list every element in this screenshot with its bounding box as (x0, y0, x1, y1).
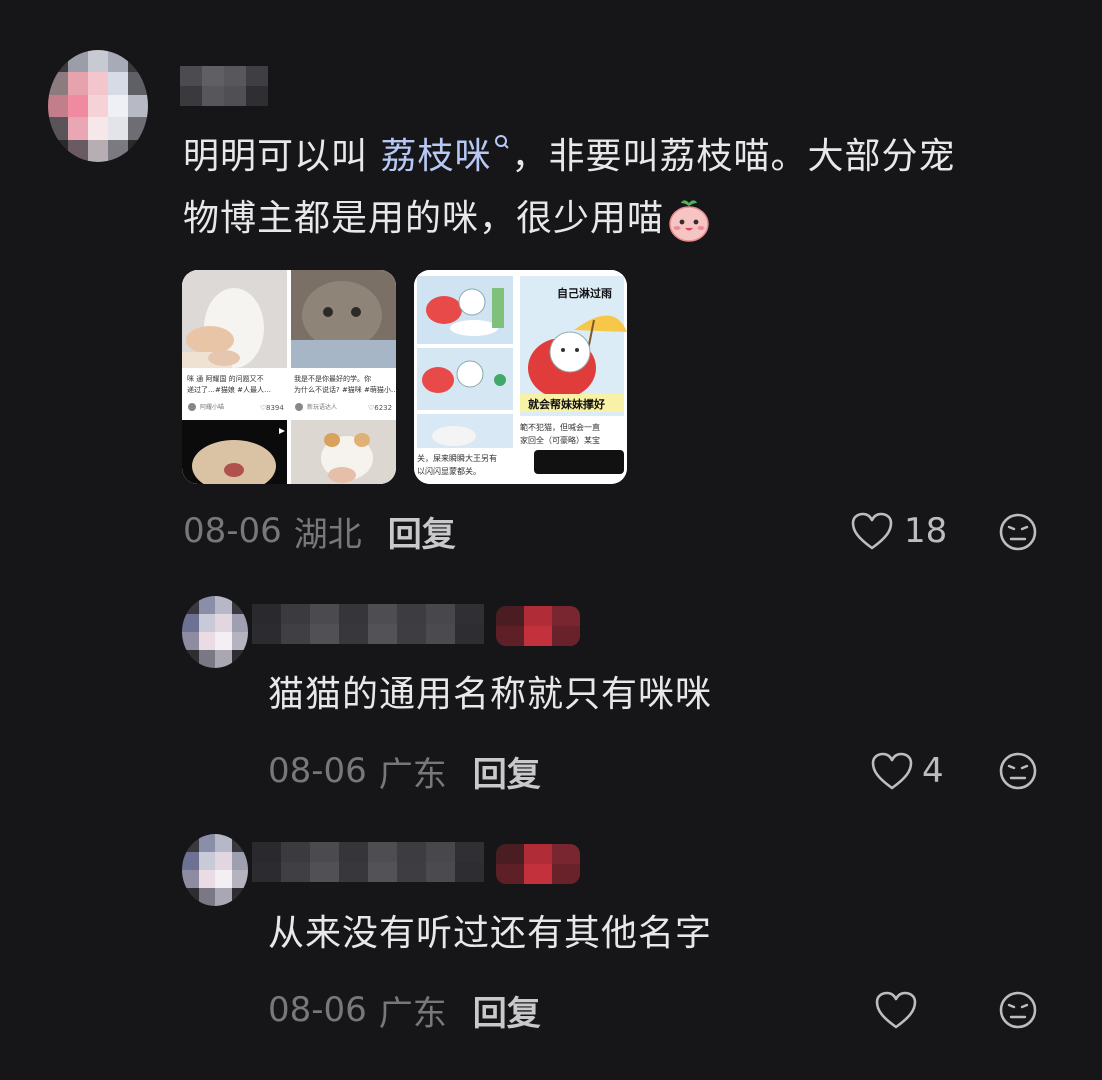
svg-text:为什么不说话? #猫咪 #萌猫小…: 为什么不说话? #猫咪 #萌猫小… (294, 385, 396, 394)
dislike-button[interactable] (998, 990, 1038, 1034)
heart-icon (871, 752, 913, 790)
avatar[interactable] (182, 834, 248, 906)
dislike-face-icon (999, 991, 1037, 1029)
svg-text:新玩语达人: 新玩语达人 (307, 403, 337, 411)
dislike-face-icon (999, 513, 1037, 551)
svg-text:咪 通 阿耀国 的问题又不: 咪 通 阿耀国 的问题又不 (187, 374, 264, 383)
search-icon (495, 135, 510, 149)
like-button[interactable]: 4 (870, 746, 944, 796)
username[interactable] (180, 66, 268, 106)
like-count: 4 (922, 751, 944, 791)
reply-button[interactable]: 回复 (473, 747, 541, 796)
dislike-button[interactable] (998, 512, 1038, 556)
avatar[interactable] (182, 596, 248, 668)
svg-text:範不犯猫，但喊会一直: 範不犯猫，但喊会一直 (520, 422, 600, 432)
lychee-cat-comic: 关，屎来瞬瞬大王另有 以闪闪显蒙都关。 自己淋过雨 就会帮妹妹撑好 範不犯猫，但… (414, 270, 627, 484)
svg-text:家回全（可豪略）某宝: 家回全（可豪略）某宝 (520, 435, 600, 445)
comment-date: 08-06 (268, 751, 367, 791)
username[interactable] (252, 842, 484, 882)
like-count: 18 (904, 511, 948, 551)
svg-text:自己淋过雨: 自己淋过雨 (557, 286, 612, 300)
comment-meta: 08-06 广东 回复 (268, 985, 541, 1035)
comment-region: 湖北 (293, 514, 362, 555)
comment-text-line-2: 物博主都是用的咪，很少用喵 (183, 188, 1083, 250)
attached-image-2[interactable]: 关，屎来瞬瞬大王另有 以闪闪显蒙都关。 自己淋过雨 就会帮妹妹撑好 範不犯猫，但… (414, 270, 627, 484)
comment-text: 从来没有听过还有其他名字 (268, 913, 713, 954)
comment-date: 08-06 (183, 511, 282, 551)
comment-text: 猫猫的通用名称就只有咪咪 (268, 674, 713, 715)
dislike-button[interactable] (998, 751, 1038, 795)
svg-text:以闪闪显蒙都关。: 以闪闪显蒙都关。 (417, 466, 481, 476)
card1-likes: 8394 (266, 404, 284, 412)
user-badge (496, 606, 580, 646)
lychee-emoji-icon (669, 200, 709, 242)
svg-text:关，屎来瞬瞬大王另有: 关，屎来瞬瞬大王另有 (417, 453, 497, 463)
svg-text:就会帮妹妹撑好: 就会帮妹妹撑好 (528, 397, 605, 411)
reply-button[interactable]: 回复 (388, 507, 456, 556)
svg-text:阿耀小喵: 阿耀小喵 (200, 403, 224, 411)
cat-posts-collage: 咪 通 阿耀国 的问题又不 递过了…#猫娘 #人最人… 阿耀小喵 ♡ 8394 … (182, 270, 396, 484)
keyword-link[interactable]: 荔枝咪 (380, 135, 511, 177)
like-button[interactable] (874, 990, 918, 1034)
comment-text: 明明可以叫 荔枝咪 ，非要叫荔枝喵。大部分宠 物博主都是用的咪，很少用喵 (183, 126, 1083, 250)
heart-icon (851, 512, 893, 550)
comment-region: 广东 (378, 754, 447, 795)
like-button[interactable]: 18 (850, 506, 947, 556)
svg-text:我是不是你最好的学。你: 我是不是你最好的学。你 (294, 374, 371, 383)
avatar[interactable] (48, 50, 148, 162)
reply-button[interactable]: 回复 (473, 986, 541, 1035)
user-badge (496, 844, 580, 884)
comment-region: 广东 (378, 993, 447, 1034)
username[interactable] (252, 604, 484, 644)
comment-text-line-1: 明明可以叫 荔枝咪 ，非要叫荔枝喵。大部分宠 (183, 135, 956, 177)
dislike-face-icon (999, 752, 1037, 790)
svg-text:递过了…#猫娘 #人最人…: 递过了…#猫娘 #人最人… (187, 385, 271, 394)
comment-date: 08-06 (268, 990, 367, 1030)
svg-text:♡6232: ♡6232 (368, 404, 392, 412)
comment-meta: 08-06 湖北 回复 (183, 506, 456, 556)
attached-image-1[interactable]: 咪 通 阿耀国 的问题又不 递过了…#猫娘 #人最人… 阿耀小喵 ♡ 8394 … (182, 270, 396, 484)
heart-icon (875, 991, 917, 1029)
comment-meta: 08-06 广东 回复 (268, 746, 541, 796)
